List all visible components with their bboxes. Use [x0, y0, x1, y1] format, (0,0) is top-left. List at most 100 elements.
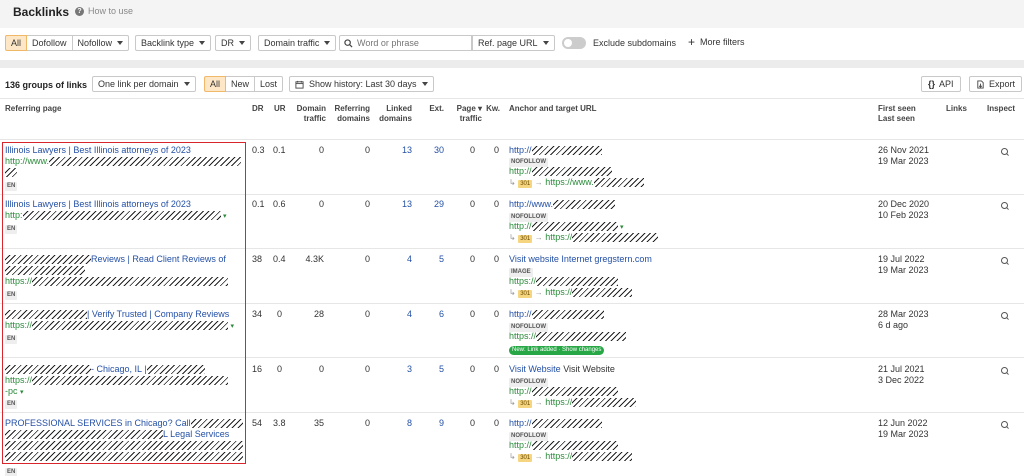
dr-dropdown[interactable]: DR	[215, 35, 251, 51]
chevron-down-icon	[239, 41, 245, 45]
domain-traffic-value: 0	[318, 364, 324, 374]
highlight-box	[2, 142, 246, 464]
tab-status-all[interactable]: All	[204, 76, 227, 92]
per-domain-dropdown[interactable]: One link per domain	[92, 76, 196, 92]
tab-status-lost[interactable]: Lost	[255, 76, 284, 92]
status-tabs: All New Lost	[204, 76, 284, 92]
col-dr[interactable]: DR	[252, 104, 264, 114]
nofollow-dropdown[interactable]: Nofollow	[72, 35, 130, 51]
col-page-traffic[interactable]: Page ▾ traffic	[448, 104, 482, 124]
anchor-link[interactable]: Visit Website Visit Website	[509, 364, 615, 375]
magnifier-icon[interactable]	[1001, 421, 1009, 429]
api-button[interactable]: {} API	[921, 76, 961, 92]
external-links-value[interactable]: 29	[420, 199, 444, 210]
ref-page-url-label: Ref. page URL	[478, 38, 538, 48]
page-traffic-value: 0	[469, 418, 475, 428]
dr-value: 0.3	[252, 145, 265, 155]
ref-page-url-dropdown[interactable]: Ref. page URL	[472, 35, 555, 51]
page-traffic-value: 0	[469, 364, 475, 374]
domain-traffic-dropdown[interactable]: Domain traffic	[258, 35, 337, 51]
anchor-link[interactable]: http://	[509, 309, 604, 320]
linked-domains-value[interactable]: 3	[388, 364, 412, 375]
domain-traffic-value: 0	[318, 199, 324, 209]
linked-domains-value[interactable]: 8	[388, 418, 412, 429]
new-link-added-tag: New: Link added · Show changes	[509, 346, 605, 355]
backlink-type-dropdown[interactable]: Backlink type	[135, 35, 212, 51]
redacted-block	[531, 146, 602, 156]
col-referring-page[interactable]: Referring page	[5, 104, 61, 114]
linked-domains-value[interactable]: 4	[388, 254, 412, 265]
redirect-target-url[interactable]: https://	[545, 232, 572, 242]
tab-dofollow[interactable]: Dofollow	[27, 35, 73, 51]
referring-domains-value: 0	[364, 364, 370, 374]
more-filters-button[interactable]: + More filters	[688, 36, 745, 48]
last-seen-date: 10 Feb 2023	[878, 210, 929, 220]
redirect-target-url[interactable]: https://www.	[545, 177, 594, 187]
linked-domains-value[interactable]: 13	[388, 199, 412, 210]
referring-domains-value: 0	[364, 254, 370, 264]
external-links-value[interactable]: 5	[420, 364, 444, 375]
target-url[interactable]: http://	[509, 386, 618, 397]
domain-traffic-value: 0	[318, 145, 324, 155]
first-seen-date: 26 Nov 2021	[878, 145, 930, 155]
linked-domains-value[interactable]: 4	[388, 309, 412, 320]
col-linked-domains[interactable]: Linked domains	[376, 104, 412, 124]
keywords-value: 0	[493, 309, 499, 319]
col-domain-traffic[interactable]: Domain traffic	[290, 104, 326, 124]
col-inspect[interactable]: Inspect	[987, 104, 1015, 114]
magnifier-icon[interactable]	[1001, 202, 1009, 210]
redacted-block	[531, 441, 618, 451]
search-input[interactable]	[357, 38, 462, 48]
anchor-link[interactable]: http://	[509, 418, 602, 429]
new-link-badge[interactable]: New: Link added · Show changes	[509, 343, 605, 355]
redacted-block	[572, 452, 633, 462]
magnifier-icon[interactable]	[1001, 367, 1009, 375]
col-linked-domains-line1: Linked	[386, 104, 412, 113]
anchor-link[interactable]: http://www.	[509, 199, 616, 210]
target-url-text: https://	[509, 276, 537, 286]
col-domain-traffic-line2: traffic	[303, 114, 326, 123]
target-url[interactable]: http://	[509, 440, 618, 451]
target-url[interactable]: https://	[509, 331, 627, 342]
col-ur[interactable]: UR	[274, 104, 286, 114]
target-url[interactable]: https://	[509, 276, 619, 287]
magnifier-icon[interactable]	[1001, 312, 1009, 320]
anchor-text: http://	[509, 145, 532, 155]
magnifier-icon[interactable]	[1001, 148, 1009, 156]
exclude-subdomains-toggle[interactable]	[562, 37, 586, 49]
external-links-value[interactable]: 6	[420, 309, 444, 320]
redacted-block	[593, 178, 644, 188]
col-ext[interactable]: Ext.	[420, 104, 444, 114]
export-button[interactable]: Export	[969, 76, 1023, 92]
redacted-block	[531, 419, 602, 429]
col-referring-domains-line2: domains	[337, 114, 370, 123]
chevron-down-icon[interactable]: ▾	[620, 224, 624, 231]
redirect-target-url[interactable]: https://	[545, 451, 572, 461]
tab-all-links[interactable]: All	[5, 35, 28, 51]
col-first-last-seen[interactable]: First seen Last seen	[878, 104, 916, 124]
col-kw[interactable]: Kw.	[483, 104, 500, 114]
col-referring-domains-line1: Referring	[334, 104, 370, 113]
magnifier-icon[interactable]	[1001, 257, 1009, 265]
external-links-value[interactable]: 5	[420, 254, 444, 265]
redacted-block	[531, 167, 612, 177]
redirect-target-url[interactable]: https://	[545, 287, 572, 297]
linked-domains-value[interactable]: 13	[388, 145, 412, 156]
how-to-use-link[interactable]: ? How to use	[75, 6, 133, 16]
tab-status-new[interactable]: New	[226, 76, 256, 92]
redirect-301-badge: 301	[518, 400, 533, 408]
col-anchor-target[interactable]: Anchor and target URL	[509, 104, 597, 114]
target-url[interactable]: http://	[509, 166, 612, 177]
show-history-dropdown[interactable]: Show history: Last 30 days	[289, 76, 434, 92]
col-links[interactable]: Links	[946, 104, 967, 114]
dr-value: 54	[252, 418, 263, 428]
redirect-target-url[interactable]: https://	[545, 397, 572, 407]
anchor-link[interactable]: Visit website Internet gregstern.com	[509, 254, 652, 265]
anchor-text: http://	[509, 309, 532, 319]
external-links-value[interactable]: 30	[420, 145, 444, 156]
col-referring-domains[interactable]: Referring domains	[330, 104, 370, 124]
external-links-value[interactable]: 9	[420, 418, 444, 429]
referring-domains-value: 0	[364, 199, 370, 209]
header-bottom-border	[0, 139, 1024, 140]
keywords-value: 0	[493, 418, 499, 428]
